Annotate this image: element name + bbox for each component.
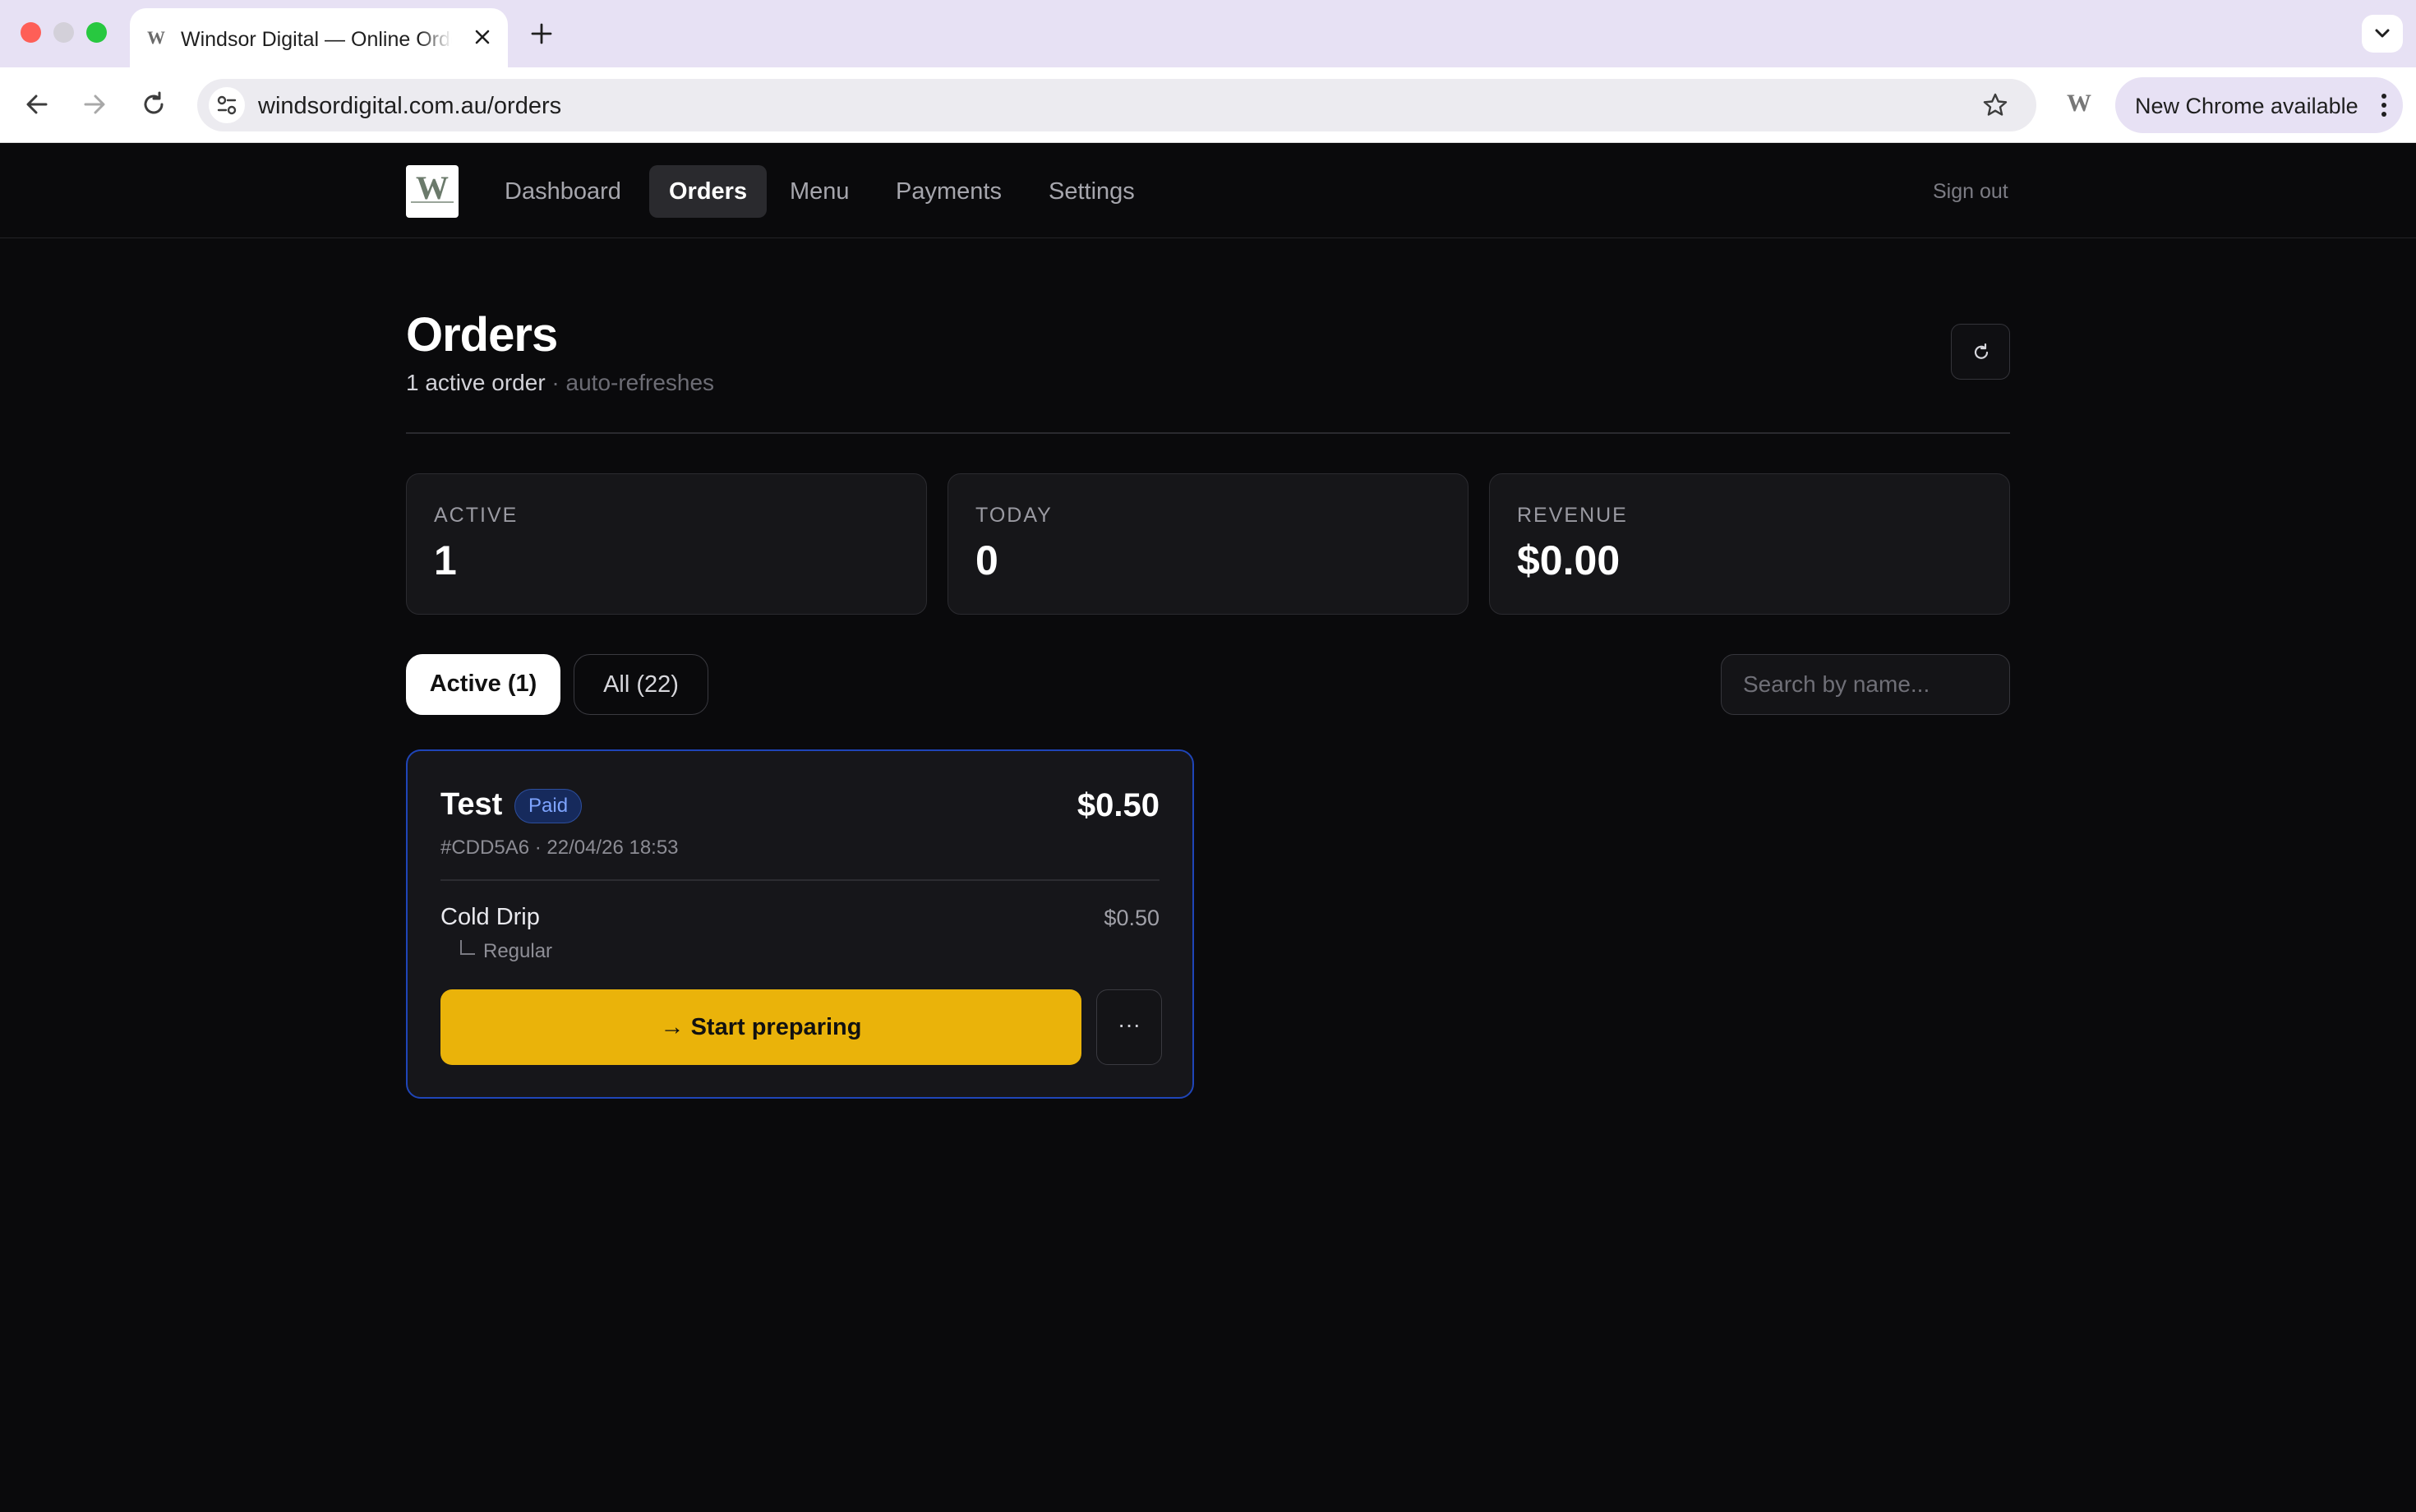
tune-icon bbox=[217, 95, 237, 115]
order-item-modifier: Regular bbox=[483, 940, 553, 962]
filter-active-tab[interactable]: Active (1) bbox=[406, 654, 560, 715]
header-divider bbox=[406, 432, 2010, 434]
refresh-button[interactable] bbox=[1951, 324, 2010, 380]
chevron-down-icon bbox=[2375, 29, 2390, 38]
window-minimize-button[interactable] bbox=[53, 22, 74, 43]
sign-out-link[interactable]: Sign out bbox=[1933, 180, 2008, 204]
search-input[interactable] bbox=[1721, 654, 2010, 715]
logo-script-line bbox=[411, 201, 454, 203]
order-card[interactable]: Test Paid $0.50 #CDD5A6 · 22/04/26 18:53… bbox=[406, 749, 1194, 1099]
active-order-summary: 1 active order bbox=[406, 370, 546, 395]
new-tab-icon[interactable] bbox=[526, 18, 557, 49]
forward-arrow-icon[interactable] bbox=[76, 85, 113, 123]
app-header: W Dashboard Orders Menu Payments Setting… bbox=[0, 143, 2416, 238]
nav-payments[interactable]: Payments bbox=[876, 165, 1021, 218]
close-tab-icon[interactable] bbox=[468, 23, 496, 51]
site-favicon-icon: W bbox=[147, 27, 165, 48]
nav-settings[interactable]: Settings bbox=[1029, 165, 1155, 218]
status-badge: Paid bbox=[514, 789, 583, 823]
nav-orders[interactable]: Orders bbox=[649, 165, 768, 218]
stat-value: 0 bbox=[975, 537, 998, 583]
nav-menu[interactable]: Menu bbox=[770, 165, 869, 218]
more-options-button[interactable]: ··· bbox=[1096, 989, 1162, 1065]
stat-card-active: ACTIVE 1 bbox=[406, 473, 927, 615]
bookmark-star-icon[interactable] bbox=[1980, 90, 2010, 120]
order-customer-name: Test bbox=[440, 787, 503, 822]
modifier-branch-icon bbox=[460, 940, 475, 955]
browser-tab[interactable]: W Windsor Digital — Online Orders bbox=[130, 8, 508, 67]
url-text: windsordigital.com.au/orders bbox=[258, 93, 562, 119]
stat-card-today: TODAY 0 bbox=[947, 473, 1469, 615]
page-title: Orders bbox=[406, 308, 558, 362]
reload-icon[interactable] bbox=[135, 85, 173, 123]
browser-toolbar: windsordigital.com.au/orders W New Chrom… bbox=[0, 67, 2416, 143]
window-maximize-button[interactable] bbox=[86, 22, 107, 43]
chrome-update-button[interactable]: New Chrome available bbox=[2115, 77, 2403, 133]
stat-card-revenue: REVENUE $0.00 bbox=[1489, 473, 2010, 615]
stat-label: REVENUE bbox=[1517, 504, 1628, 527]
kebab-menu-icon bbox=[2381, 94, 2386, 117]
page-subtitle: 1 active order · auto-refreshes bbox=[406, 370, 714, 396]
chrome-update-label: New Chrome available bbox=[2135, 94, 2358, 118]
browser-tabstrip: W Windsor Digital — Online Orders bbox=[0, 0, 2416, 67]
refresh-icon bbox=[1974, 343, 1989, 359]
extension-w-icon[interactable]: W bbox=[2061, 85, 2097, 122]
auto-refresh-note: · auto-refreshes bbox=[545, 370, 715, 395]
stat-label: TODAY bbox=[975, 504, 1053, 527]
window-close-button[interactable] bbox=[21, 22, 41, 43]
card-divider bbox=[440, 879, 1160, 881]
order-item-name: Cold Drip bbox=[440, 904, 540, 930]
back-arrow-icon[interactable] bbox=[18, 85, 56, 123]
order-total: $0.50 bbox=[1077, 787, 1160, 823]
tab-search-button[interactable] bbox=[2362, 15, 2403, 53]
brand-logo[interactable]: W bbox=[406, 165, 459, 218]
stat-label: ACTIVE bbox=[434, 504, 519, 527]
nav-dashboard[interactable]: Dashboard bbox=[485, 165, 641, 218]
address-bar[interactable]: windsordigital.com.au/orders bbox=[197, 79, 2036, 131]
tab-title: Windsor Digital — Online Orders bbox=[181, 28, 452, 52]
order-meta: #CDD5A6 · 22/04/26 18:53 bbox=[440, 837, 679, 859]
start-preparing-button[interactable]: → Start preparing bbox=[440, 989, 1081, 1065]
filter-all-tab[interactable]: All (22) bbox=[574, 654, 708, 715]
site-info-button[interactable] bbox=[209, 87, 245, 123]
stat-value: $0.00 bbox=[1517, 537, 1621, 583]
stat-value: 1 bbox=[434, 537, 457, 583]
order-item-price: $0.50 bbox=[1104, 906, 1160, 930]
